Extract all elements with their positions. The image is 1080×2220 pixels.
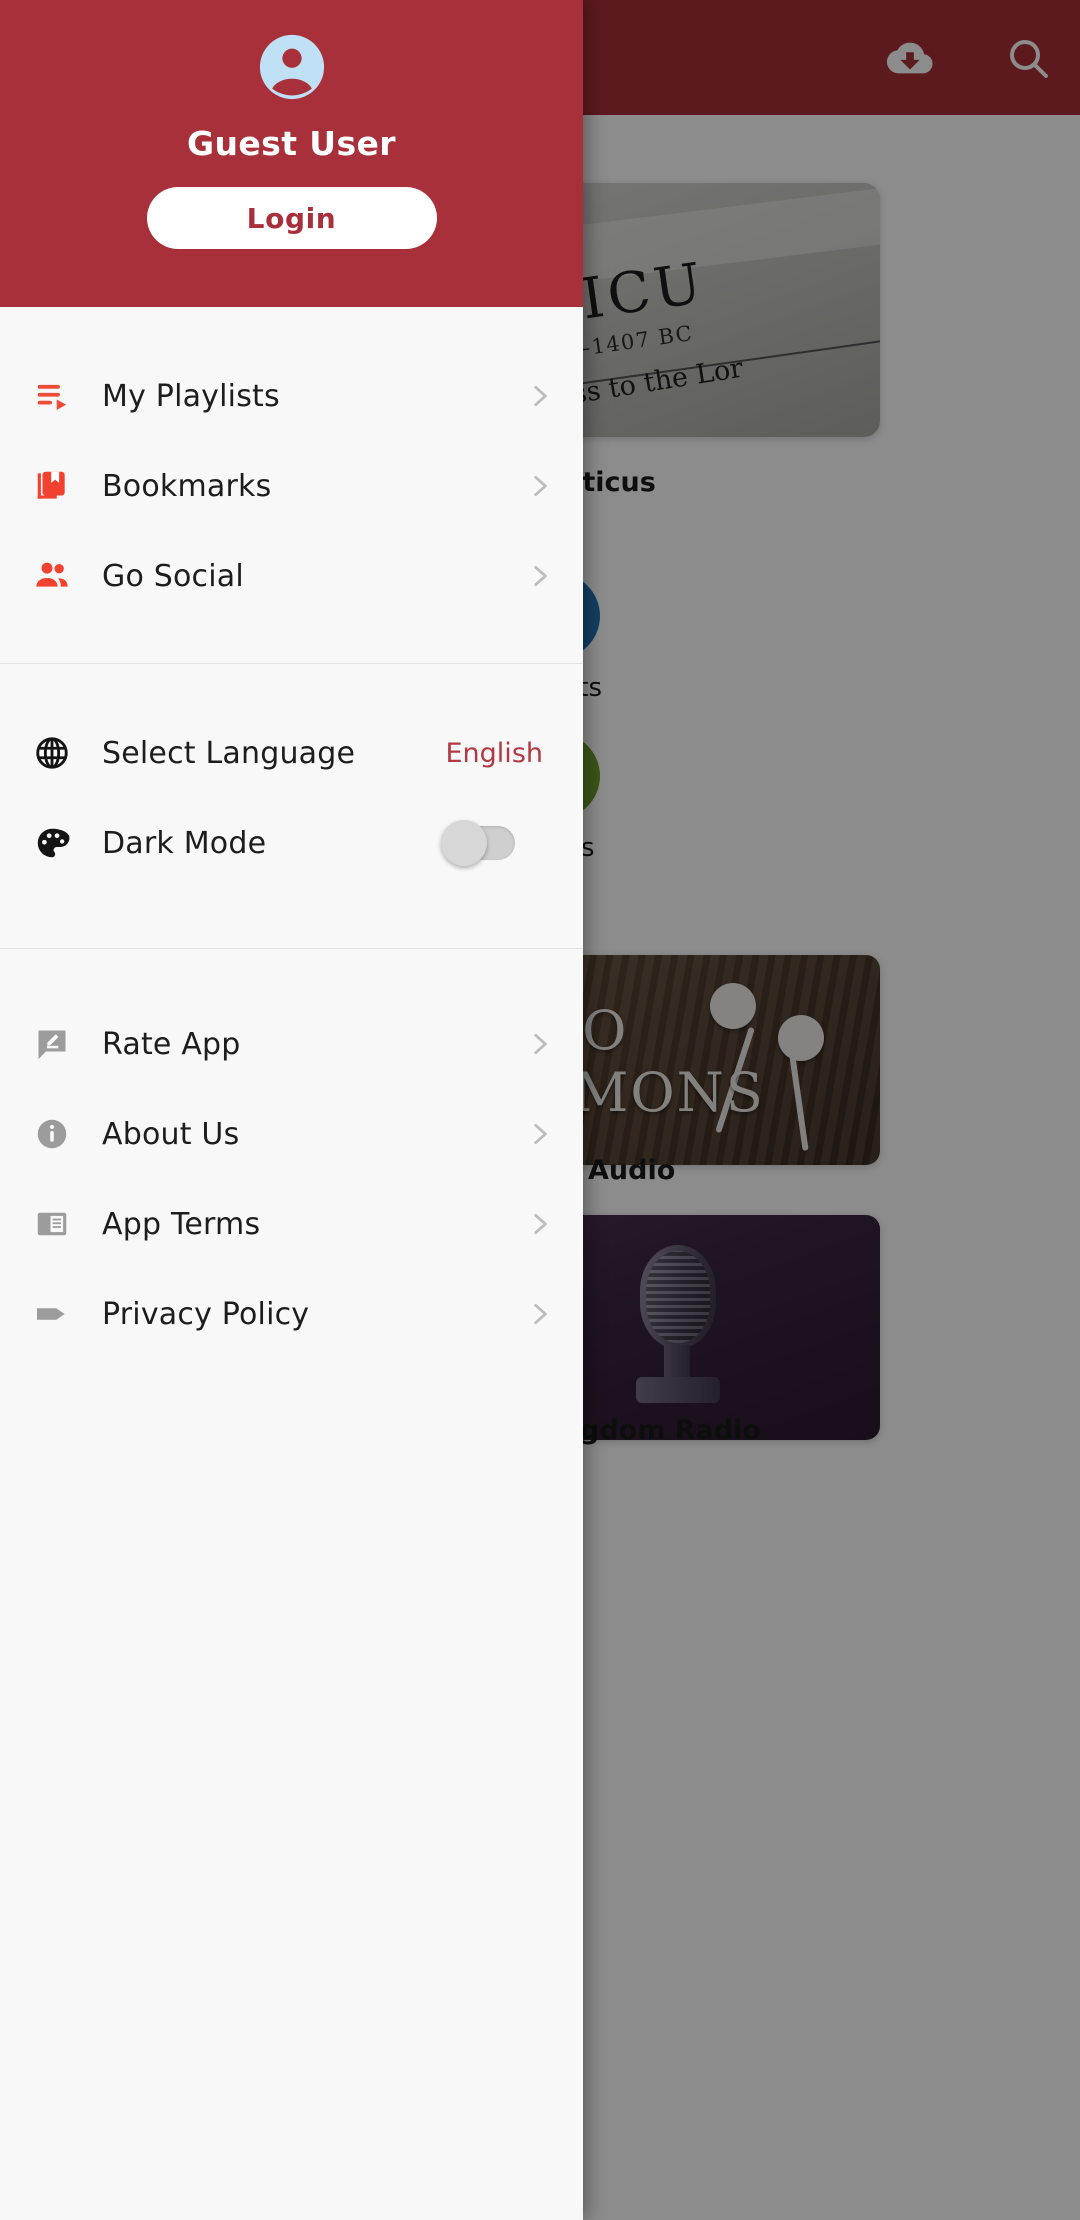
- app-screen: obile VITICU 1445–1407 BC Holiness to th…: [0, 0, 1080, 2220]
- menu-item-label: Select Language: [102, 735, 356, 771]
- section-spacer-top: [0, 307, 583, 351]
- drawer-section-settings: Select Language English Dark Mode: [0, 664, 583, 948]
- privacy-shield-icon: [24, 1295, 80, 1333]
- section-spacer-top: [0, 949, 583, 999]
- menu-item-label: App Terms: [102, 1206, 261, 1242]
- section-spacer-bottom: [0, 888, 583, 948]
- menu-item-label: Privacy Policy: [102, 1296, 310, 1332]
- chevron-right-icon: [527, 1121, 553, 1147]
- chevron-right-icon: [527, 1031, 553, 1057]
- chevron-right-icon: [527, 473, 553, 499]
- menu-item-select-language[interactable]: Select Language English: [0, 708, 583, 798]
- section-spacer-bottom: [0, 621, 583, 663]
- palette-icon: [24, 824, 80, 862]
- menu-item-about-us[interactable]: About Us: [0, 1089, 583, 1179]
- account-circle-icon: [257, 32, 327, 102]
- chevron-right-icon: [527, 383, 553, 409]
- drawer-header: Guest User Login: [0, 0, 583, 307]
- chevron-right-icon: [527, 1301, 553, 1327]
- login-button[interactable]: Login: [146, 187, 437, 249]
- menu-item-label: Go Social: [102, 558, 244, 594]
- menu-item-app-terms[interactable]: App Terms: [0, 1179, 583, 1269]
- menu-item-label: About Us: [102, 1116, 240, 1152]
- globe-icon: [24, 734, 80, 772]
- menu-item-label: Bookmarks: [102, 468, 272, 504]
- user-name: Guest User: [187, 124, 396, 163]
- bookmark-book-icon: [24, 467, 80, 505]
- chevron-right-icon: [527, 563, 553, 589]
- menu-item-rate-app[interactable]: Rate App: [0, 999, 583, 1089]
- chevron-right-icon: [527, 1211, 553, 1237]
- article-icon: [24, 1206, 80, 1242]
- menu-item-my-playlists[interactable]: My Playlists: [0, 351, 583, 441]
- selected-language-value: English: [445, 737, 544, 769]
- people-icon: [24, 556, 80, 596]
- rate-review-icon: [24, 1026, 80, 1062]
- drawer-section-primary: My Playlists Bookmarks Go Social: [0, 307, 583, 663]
- menu-item-privacy-policy[interactable]: Privacy Policy: [0, 1269, 583, 1359]
- menu-item-label: My Playlists: [102, 378, 280, 414]
- playlist-play-icon: [24, 377, 80, 415]
- menu-item-dark-mode[interactable]: Dark Mode: [0, 798, 583, 888]
- section-spacer-top: [0, 664, 583, 708]
- dark-mode-toggle[interactable]: [441, 820, 515, 866]
- menu-item-bookmarks[interactable]: Bookmarks: [0, 441, 583, 531]
- toggle-knob: [441, 820, 487, 866]
- drawer-section-info: Rate App About Us App Terms Privacy Poli…: [0, 949, 583, 1359]
- menu-item-label: Dark Mode: [102, 825, 267, 861]
- menu-item-go-social[interactable]: Go Social: [0, 531, 583, 621]
- info-icon: [24, 1116, 80, 1152]
- navigation-drawer: Guest User Login My Playlists Bookmarks …: [0, 0, 583, 2220]
- menu-item-label: Rate App: [102, 1026, 241, 1062]
